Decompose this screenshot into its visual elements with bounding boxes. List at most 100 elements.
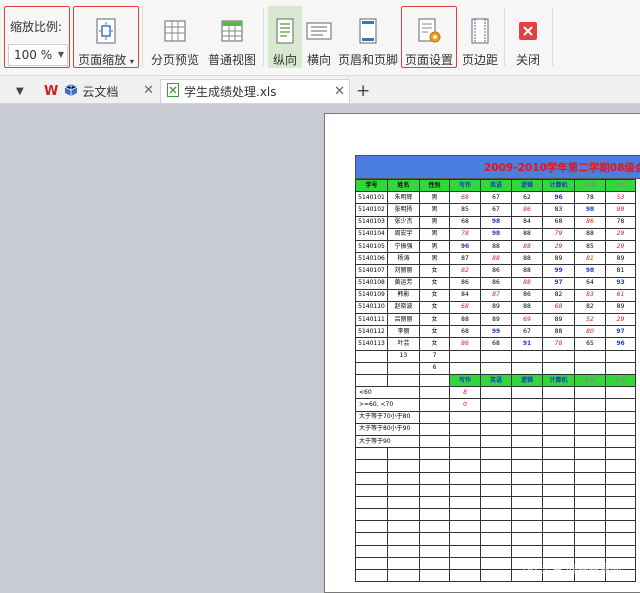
table-cell[interactable] [574, 349, 606, 363]
table-cell[interactable]: 5140107 [355, 264, 388, 278]
table-cell[interactable] [449, 410, 481, 424]
table-cell[interactable]: 88 [511, 264, 543, 278]
table-cell[interactable] [480, 398, 512, 412]
normal-view-button[interactable]: 普通视图 [205, 6, 259, 68]
table-cell[interactable]: 82 [449, 264, 481, 278]
table-cell[interactable]: 29 [605, 239, 636, 254]
table-cell[interactable] [419, 398, 450, 412]
table-cell[interactable] [387, 459, 420, 473]
table-cell[interactable] [605, 361, 636, 376]
table-cell[interactable] [511, 422, 543, 436]
close-icon[interactable]: ✕ [334, 84, 345, 99]
table-cell[interactable]: 78 [574, 191, 606, 205]
table-cell[interactable]: 68 [449, 300, 481, 315]
table-cell[interactable]: 97 [605, 325, 636, 339]
table-cell[interactable]: 91 [511, 337, 543, 351]
table-cell[interactable]: 5140112 [355, 325, 388, 339]
table-cell[interactable]: 29 [542, 239, 575, 254]
table-cell[interactable] [574, 544, 606, 558]
table-cell[interactable] [449, 520, 481, 534]
table-cell[interactable] [355, 447, 388, 461]
table-cell[interactable]: 81 [605, 264, 636, 278]
table-cell[interactable] [511, 349, 543, 363]
table-cell[interactable] [355, 556, 388, 571]
table-cell[interactable]: 67 [480, 203, 512, 217]
table-cell[interactable] [387, 471, 420, 485]
table-cell[interactable] [511, 459, 543, 473]
table-cell[interactable]: 男 [419, 227, 450, 241]
table-cell[interactable] [511, 508, 543, 522]
table-cell[interactable] [480, 495, 512, 510]
table-cell[interactable] [542, 447, 575, 461]
table-cell[interactable]: 86 [449, 276, 481, 290]
table-cell[interactable] [387, 361, 420, 376]
table-cell[interactable]: 逻辑 [511, 373, 543, 388]
table-cell[interactable]: 5140110 [355, 300, 388, 315]
table-cell[interactable] [511, 361, 543, 376]
table-cell[interactable]: 96 [449, 239, 481, 254]
table-cell[interactable] [511, 471, 543, 485]
table-cell[interactable]: 男 [419, 252, 450, 266]
table-cell[interactable] [419, 447, 450, 461]
table-cell[interactable]: 99 [542, 264, 575, 278]
table-cell[interactable] [605, 520, 636, 534]
table-cell[interactable]: 98 [480, 215, 512, 229]
table-cell[interactable] [574, 398, 606, 412]
table-cell[interactable]: 86 [574, 215, 606, 229]
table-cell[interactable] [574, 410, 606, 424]
table-cell[interactable] [605, 349, 636, 363]
table-cell[interactable]: 93 [605, 276, 636, 290]
table-cell[interactable] [542, 422, 575, 436]
table-cell[interactable] [511, 544, 543, 558]
table-cell[interactable]: 计算机 [542, 178, 575, 193]
table-cell[interactable] [574, 532, 606, 546]
table-cell[interactable] [419, 532, 450, 546]
table-cell[interactable]: 赵晓波 [387, 300, 420, 315]
table-cell[interactable]: 65 [574, 337, 606, 351]
table-cell[interactable]: 88 [480, 252, 512, 266]
table-cell[interactable] [574, 495, 606, 510]
table-cell[interactable] [387, 520, 420, 534]
table-cell[interactable] [419, 495, 450, 510]
table-cell[interactable] [355, 544, 388, 558]
table-cell[interactable]: 61 [605, 288, 636, 302]
table-cell[interactable]: 逻辑 [511, 178, 543, 193]
table-cell[interactable]: 88 [511, 227, 543, 241]
table-cell[interactable]: 女 [419, 313, 450, 327]
table-cell[interactable]: 写作 [449, 373, 481, 388]
table-cell[interactable] [542, 459, 575, 473]
table-cell[interactable]: 89 [542, 252, 575, 266]
table-cell[interactable]: 88 [542, 325, 575, 339]
table-cell[interactable]: 96 [605, 337, 636, 351]
table-cell[interactable] [511, 398, 543, 412]
table-cell[interactable] [480, 459, 512, 473]
table-cell[interactable]: 体育 [574, 373, 606, 388]
table-cell[interactable]: 5140109 [355, 288, 388, 302]
table-cell[interactable]: 87 [449, 252, 481, 266]
table-cell[interactable]: 83 [574, 288, 606, 302]
table-cell[interactable] [542, 532, 575, 546]
table-cell[interactable]: 98 [574, 264, 606, 278]
table-cell[interactable] [419, 373, 450, 388]
table-cell[interactable]: 写作 [449, 178, 481, 193]
table-cell[interactable]: 89 [605, 300, 636, 315]
table-cell[interactable] [542, 495, 575, 510]
table-cell[interactable]: 男 [419, 215, 450, 229]
table-cell[interactable] [542, 544, 575, 558]
table-cell[interactable]: 84 [449, 288, 481, 302]
table-cell[interactable]: <60 [355, 386, 420, 400]
table-cell[interactable]: 86 [480, 276, 512, 290]
table-cell[interactable]: 韩影 [387, 288, 420, 302]
table-cell[interactable]: 张少杰 [387, 215, 420, 229]
table-cell[interactable] [480, 422, 512, 436]
table-cell[interactable]: 88 [480, 239, 512, 254]
table-cell[interactable]: 88 [574, 227, 606, 241]
table-cell[interactable] [542, 398, 575, 412]
table-cell[interactable] [511, 495, 543, 510]
table-cell[interactable]: 7 [419, 349, 450, 363]
table-cell[interactable] [449, 508, 481, 522]
table-cell[interactable]: 78 [449, 227, 481, 241]
table-cell[interactable] [574, 386, 606, 400]
table-cell[interactable] [355, 459, 388, 473]
table-cell[interactable]: 86 [480, 264, 512, 278]
